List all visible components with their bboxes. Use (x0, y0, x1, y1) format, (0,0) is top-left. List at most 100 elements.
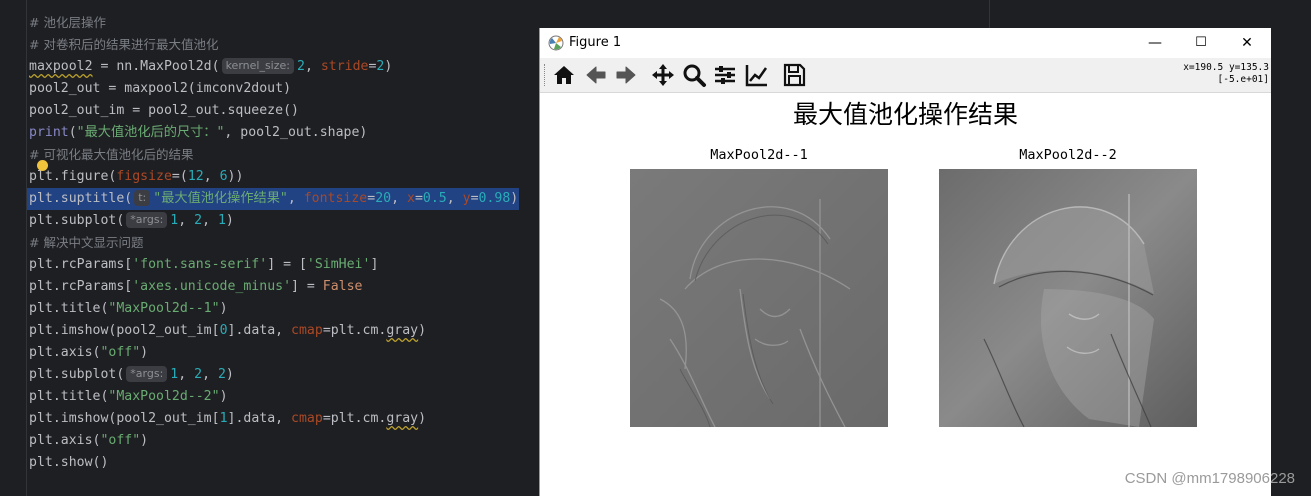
code-token: 12 (187, 169, 204, 184)
code-token: gray (386, 323, 419, 338)
code-token: , (287, 191, 304, 206)
code-token: plt.title( (29, 389, 109, 404)
code-line[interactable]: pool2_out_im = pool2_out.squeeze() (29, 100, 519, 122)
code-token: = nn.MaxPool2d( (92, 59, 220, 74)
subplot-2-image (939, 169, 1197, 427)
code-token: plt.rcParams[ (29, 257, 133, 272)
code-token: 0 (219, 323, 228, 338)
matplotlib-app-icon (548, 35, 564, 51)
code-line[interactable]: plt.show() (29, 452, 519, 474)
code-token: ) (384, 59, 393, 74)
code-line[interactable]: # 对卷积后的结果进行最大值池化 (29, 34, 519, 56)
code-line[interactable]: plt.imshow(pool2_out_im[1].data, cmap=pl… (29, 408, 519, 430)
code-token: 1 (217, 213, 226, 228)
code-token: =( (171, 169, 188, 184)
code-token: print (29, 125, 69, 140)
code-token: cmap (291, 323, 323, 338)
code-token: 1 (219, 411, 228, 426)
code-line[interactable]: plt.axis("off") (29, 430, 519, 452)
code-token: plt.imshow(pool2_out_im[ (29, 323, 220, 338)
figure-suptitle: 最大值池化操作结果 (792, 100, 1018, 129)
code-line[interactable]: # 可视化最大值池化后的结果 (29, 144, 519, 166)
forward-arrow-icon[interactable] (613, 62, 639, 88)
code-token: , (178, 367, 195, 382)
code-token: 2 (296, 59, 305, 74)
code-line[interactable]: maxpool2 = nn.MaxPool2d(kernel_size: 2, s… (29, 56, 519, 78)
code-token: ) (510, 191, 519, 206)
code-token: plt.subplot( (29, 367, 125, 382)
coords-line-1: x=190.5 y=135.3 (1183, 62, 1269, 73)
code-token: ) (219, 301, 228, 316)
code-token: 2 (194, 213, 203, 228)
code-token: ) (418, 411, 427, 426)
code-line[interactable]: plt.title("MaxPool2d--1") (29, 298, 519, 320)
code-line[interactable]: plt.subplot(*args: 1, 2, 1) (29, 210, 519, 232)
parameter-hint: *args: (126, 212, 168, 228)
code-token: 2 (194, 367, 203, 382)
code-line[interactable]: # 解决中文显示问题 (29, 232, 519, 254)
code-comment: # 可视化最大值池化后的结果 (29, 147, 194, 162)
code-line[interactable]: print("最大值池化后的尺寸：", pool2_out.shape) (29, 122, 519, 144)
code-token: ( (68, 125, 77, 140)
code-token: plt.show() (29, 455, 109, 470)
code-token: False (322, 279, 363, 294)
code-line[interactable]: plt.imshow(pool2_out_im[0].data, cmap=pl… (29, 320, 519, 342)
code-line[interactable]: plt.figure(figsize=(12, 6)) (29, 160, 519, 188)
code-line[interactable]: plt.title("MaxPool2d--2") (29, 386, 519, 408)
code-token: ) (418, 323, 427, 338)
save-icon[interactable] (781, 62, 807, 88)
code-token: plt.figure( (29, 169, 117, 184)
code-token: pool2_out_im = pool2_out.squeeze() (29, 103, 299, 118)
code-token: ) (225, 367, 234, 382)
subplots-config-icon[interactable] (712, 62, 738, 88)
code-line[interactable]: plt.axis("off") (29, 342, 519, 364)
parameter-hint: *args: (126, 366, 168, 382)
figure-title-bar[interactable]: Figure 1 — ☐ ✕ (540, 28, 1271, 58)
code-area[interactable]: # 池化层操作 # 对卷积后的结果进行最大值池化 maxpool2 = nn.Max… (27, 12, 519, 474)
code-token: "MaxPool2d--1" (108, 301, 220, 316)
code-token: , (202, 213, 218, 228)
toolbar-grip[interactable] (544, 64, 547, 86)
code-token: = (367, 191, 376, 206)
figure-window[interactable]: Figure 1 — ☐ ✕ x=190.5 y=135.3 [-5.e+01]… (539, 28, 1271, 496)
code-token: ) (140, 345, 149, 360)
code-line[interactable]: plt.suptitle(t: "最大值池化操作结果", fontsize=20,… (27, 188, 519, 210)
figure-window-title: Figure 1 (569, 35, 622, 50)
code-line[interactable]: pool2_out = maxpool2(imconv2dout) (29, 78, 519, 100)
code-line[interactable]: # 池化层操作 (29, 12, 519, 34)
code-token: gray (386, 411, 419, 426)
zoom-icon[interactable] (681, 62, 707, 88)
code-line[interactable]: plt.rcParams['axes.unicode_minus'] = Fal… (29, 276, 519, 298)
back-arrow-icon[interactable] (583, 62, 609, 88)
minimize-button[interactable]: — (1132, 28, 1178, 58)
pan-icon[interactable] (650, 62, 676, 88)
code-line[interactable]: plt.subplot(*args: 1, 2, 2) (29, 364, 519, 386)
code-token: ].data, (227, 411, 292, 426)
code-token: 20 (375, 191, 392, 206)
navigation-toolbar: x=190.5 y=135.3 [-5.e+01] (540, 58, 1271, 93)
code-comment: # 池化层操作 (29, 15, 106, 30)
code-token: , (446, 191, 463, 206)
code-token: "最大值池化操作结果" (153, 191, 288, 206)
code-token: ) (219, 389, 228, 404)
maximize-button[interactable]: ☐ (1178, 28, 1224, 58)
edit-axis-icon[interactable] (744, 62, 770, 88)
code-comment: # 解决中文显示问题 (29, 235, 144, 250)
code-token: fontsize (303, 191, 368, 206)
code-token: plt.title( (29, 301, 109, 316)
code-token: ] = (291, 279, 323, 294)
code-token: 6 (219, 169, 228, 184)
home-icon[interactable] (551, 62, 577, 88)
figure-canvas[interactable]: 最大值池化操作结果 MaxPool2d--1 MaxPool2d--2 (540, 93, 1271, 496)
code-line[interactable]: plt.rcParams['font.sans-serif'] = ['SimH… (29, 254, 519, 276)
code-token: 0.5 (422, 191, 447, 206)
code-token: ] (370, 257, 379, 272)
coords-line-2: [-5.e+01] (1217, 74, 1269, 85)
close-button[interactable]: ✕ (1224, 28, 1270, 58)
cursor-coordinates: x=190.5 y=135.3 [-5.e+01] (1183, 62, 1269, 86)
code-token: = (470, 191, 479, 206)
code-token: 2 (217, 367, 226, 382)
code-token: ) (225, 213, 234, 228)
lightbulb-icon[interactable] (37, 160, 48, 171)
code-token: ] = [ (267, 257, 307, 272)
